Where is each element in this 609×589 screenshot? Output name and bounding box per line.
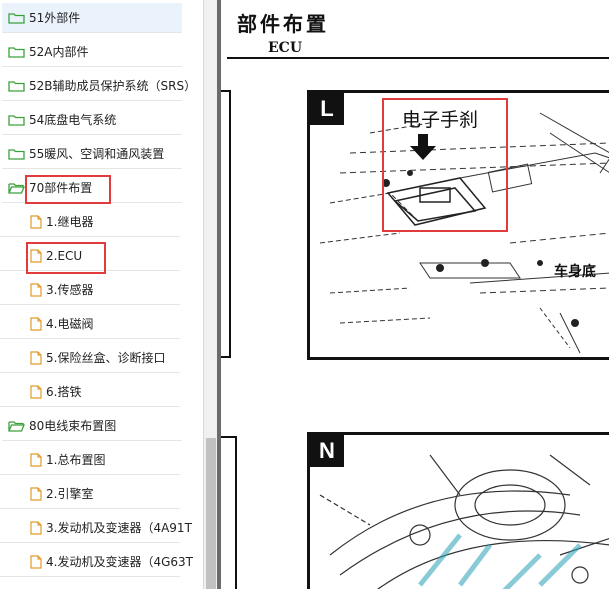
diagram-panel-l: L 电子手刹 车身底 [307, 90, 609, 360]
document-viewer: 部件布置 ECU L 电子手刹 车身底 N [221, 0, 609, 589]
folder-open-icon [8, 420, 25, 432]
tree-item-51[interactable]: 51外部件 [2, 3, 182, 33]
folder-open-icon [8, 182, 25, 194]
tree-item-engine-4a91t[interactable]: 3.发动机及变速器（4A91T [0, 513, 192, 543]
tree-item-55[interactable]: 55暖风、空调和通风装置 [2, 139, 182, 169]
page-title: 部件布置 [237, 12, 329, 36]
page-subtitle: ECU [268, 40, 303, 56]
folder-icon [8, 46, 25, 58]
highlight-box-callout [382, 98, 508, 232]
tree-item-54[interactable]: 54底盘电气系统 [2, 105, 182, 135]
tree-item-solenoid[interactable]: 4.电磁阀 [0, 309, 180, 339]
tree-item-label: 6.搭铁 [46, 385, 82, 399]
tree-item-relay[interactable]: 1.继电器 [0, 207, 180, 237]
tree-scrollbar[interactable] [203, 0, 218, 589]
tree-item-label: 4.电磁阀 [46, 317, 94, 331]
tree-item-label: 1.继电器 [46, 215, 94, 229]
tree-item-sensor[interactable]: 3.传感器 [0, 275, 180, 305]
document-icon [30, 554, 42, 569]
document-icon [30, 350, 42, 365]
tree-item-label: 51外部件 [29, 11, 81, 25]
tree-item-engine-room[interactable]: 2.引擎室 [0, 479, 180, 509]
tree-item-label: 5.保险丝盒、诊断接口 [46, 351, 166, 365]
scrollbar-thumb[interactable] [206, 438, 216, 589]
panel-edge [221, 90, 231, 358]
document-icon [30, 384, 42, 399]
panel-tag-l: L [310, 93, 344, 125]
tree-item-ground[interactable]: 6.搭铁 [0, 377, 180, 407]
tree-item-52b[interactable]: 52B辅助成员保护系统（SRS） [2, 71, 196, 101]
document-icon [30, 214, 42, 229]
tree-item-label: 55暖风、空调和通风装置 [29, 147, 165, 161]
tree-item-80[interactable]: 80电线束布置图 [2, 411, 182, 441]
tree-item-overall[interactable]: 1.总布置图 [0, 445, 180, 475]
tree-item-52a[interactable]: 52A内部件 [2, 37, 182, 67]
folder-icon [8, 12, 25, 24]
highlight-box-ecu [26, 242, 106, 274]
document-icon [30, 316, 42, 331]
document-icon [30, 520, 42, 535]
outline-tree: 51外部件 52A内部件 52B辅助成员保护系统（SRS） 54底盘电气系统 5… [0, 0, 203, 589]
document-icon [30, 486, 42, 501]
title-rule [227, 57, 609, 59]
diagram-panel-n: N [307, 432, 609, 589]
tree-item-label: 80电线束布置图 [29, 419, 117, 433]
diagram-n-drawing [319, 454, 609, 589]
tree-item-label: 4.发动机及变速器（4G63T [46, 555, 193, 569]
side-label: 车身底 [554, 264, 596, 280]
tree-item-engine-4g63t[interactable]: 4.发动机及变速器（4G63T [0, 547, 193, 577]
folder-icon [8, 80, 25, 92]
tree-item-fusebox[interactable]: 5.保险丝盒、诊断接口 [0, 343, 180, 373]
folder-icon [8, 114, 25, 126]
tree-item-label: 3.传感器 [46, 283, 94, 297]
tree-item-label: 54底盘电气系统 [29, 113, 117, 127]
tree-item-label: 2.引擎室 [46, 487, 94, 501]
tree-item-label: 3.发动机及变速器（4A91T [46, 521, 192, 535]
folder-icon [8, 148, 25, 160]
tree-item-label: 52B辅助成员保护系统（SRS） [29, 79, 197, 93]
highlight-box-70 [25, 175, 111, 204]
panel-tag-n: N [310, 435, 344, 467]
panel-edge [221, 436, 237, 589]
document-icon [30, 452, 42, 467]
tree-item-label: 52A内部件 [29, 45, 89, 59]
document-icon [30, 282, 42, 297]
tree-item-label: 1.总布置图 [46, 453, 106, 467]
